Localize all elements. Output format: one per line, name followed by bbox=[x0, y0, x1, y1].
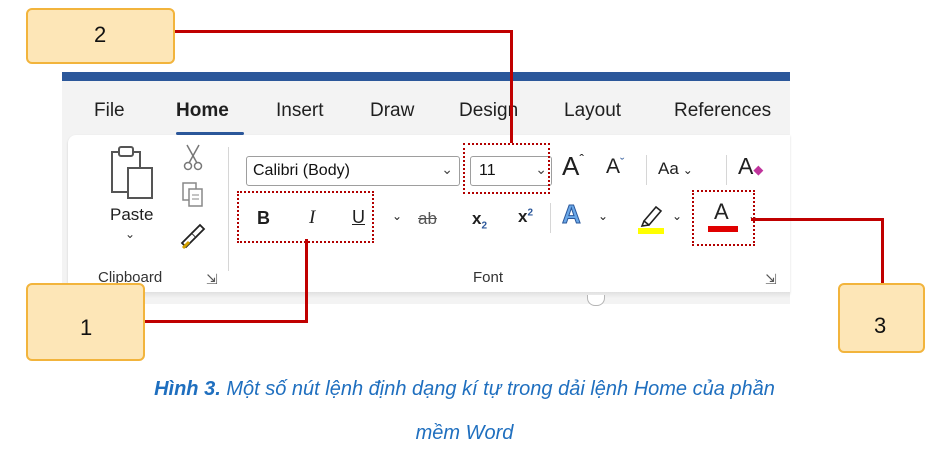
tab-home[interactable]: Home bbox=[176, 100, 229, 122]
clear-formatting-label: A bbox=[738, 153, 754, 179]
tab-references[interactable]: References bbox=[674, 100, 771, 122]
dialog-launcher-icon[interactable]: ⇲ bbox=[765, 271, 777, 288]
grow-font-label: A bbox=[562, 151, 580, 181]
callout-1: 1 bbox=[26, 283, 145, 361]
connector-line bbox=[751, 218, 884, 221]
callout-2: 2 bbox=[26, 8, 175, 64]
figure-caption-line-2: mềm Word bbox=[415, 422, 514, 444]
connector-line bbox=[510, 30, 513, 143]
clear-formatting-button[interactable]: A◆ bbox=[738, 153, 763, 180]
font-name-dropdown[interactable]: Calibri (Body) ⌄ bbox=[246, 156, 460, 186]
chevron-down-icon[interactable]: ⌄ bbox=[598, 209, 608, 223]
connector-line bbox=[173, 30, 513, 33]
panel-shadow bbox=[68, 292, 790, 298]
strikethrough-button[interactable]: ab bbox=[418, 209, 437, 229]
grow-font-button[interactable]: Aˆ bbox=[562, 151, 584, 182]
chevron-down-icon[interactable]: ⌄ bbox=[392, 209, 402, 223]
group-divider bbox=[228, 147, 229, 271]
caret-down-icon: ˇ bbox=[620, 155, 625, 170]
font-name-value: Calibri (Body) bbox=[253, 162, 350, 179]
separator bbox=[550, 203, 551, 233]
subscript-mark: 2 bbox=[481, 220, 488, 232]
change-case-button[interactable]: Aa ⌄ bbox=[658, 159, 693, 179]
caption-prefix: Hình 3. bbox=[154, 378, 221, 400]
chevron-down-icon[interactable]: ⌄ bbox=[125, 227, 135, 241]
tab-draw[interactable]: Draw bbox=[370, 100, 414, 122]
highlight-font-size bbox=[463, 143, 550, 194]
separator bbox=[646, 155, 647, 185]
format-painter-icon[interactable] bbox=[178, 221, 208, 256]
highlight-font-color bbox=[692, 190, 755, 246]
connector-line bbox=[305, 239, 308, 322]
title-bar-strip bbox=[62, 72, 790, 81]
highlighter-icon[interactable] bbox=[636, 201, 666, 240]
text-effects-button[interactable]: A bbox=[562, 199, 582, 230]
chevron-down-icon: ⌄ bbox=[441, 161, 453, 177]
caret-up-icon: ˆ bbox=[579, 151, 585, 167]
copy-icon[interactable] bbox=[181, 181, 205, 214]
figure-caption: Hình 3. Một số nút lệnh định dạng kí tự … bbox=[0, 378, 929, 401]
connector-line bbox=[143, 320, 308, 323]
superscript-mark: 2 bbox=[527, 207, 534, 219]
separator bbox=[726, 155, 727, 185]
chevron-down-icon[interactable]: ⌄ bbox=[672, 209, 682, 223]
ribbon: File Home Insert Draw Design Layout Refe… bbox=[62, 72, 790, 304]
superscript-button[interactable]: x2 bbox=[518, 207, 533, 227]
highlight-bold-italic-underline bbox=[237, 191, 374, 243]
collapse-handle[interactable] bbox=[587, 295, 605, 306]
shrink-font-label: A bbox=[606, 155, 621, 178]
chevron-down-icon: ⌄ bbox=[682, 163, 693, 177]
tab-insert[interactable]: Insert bbox=[276, 100, 324, 122]
callout-number: 3 bbox=[874, 313, 887, 338]
subscript-button[interactable]: x2 bbox=[472, 209, 487, 231]
shrink-font-button[interactable]: Aˇ bbox=[606, 155, 624, 179]
paste-icon[interactable] bbox=[110, 144, 156, 207]
callout-number: 1 bbox=[80, 315, 93, 340]
caption-line-1: Một số nút lệnh định dạng kí tự trong dả… bbox=[220, 378, 775, 400]
change-case-label: Aa bbox=[658, 159, 679, 178]
callout-3: 3 bbox=[838, 283, 925, 353]
paste-label[interactable]: Paste bbox=[110, 205, 153, 225]
font-group-label: Font bbox=[473, 269, 504, 286]
eraser-icon: ◆ bbox=[753, 162, 764, 177]
scissors-icon[interactable] bbox=[181, 143, 205, 176]
connector-line bbox=[881, 218, 884, 284]
callout-number: 2 bbox=[94, 22, 107, 47]
dialog-launcher-icon[interactable]: ⇲ bbox=[206, 271, 218, 288]
tab-layout[interactable]: Layout bbox=[564, 100, 621, 122]
home-ribbon-panel: Paste ⌄ Clipboard ⇲ Calibri (Body) ⌄ 11 … bbox=[68, 135, 790, 293]
tab-file[interactable]: File bbox=[94, 100, 125, 122]
ribbon-tabs: File Home Insert Draw Design Layout Refe… bbox=[62, 81, 790, 137]
